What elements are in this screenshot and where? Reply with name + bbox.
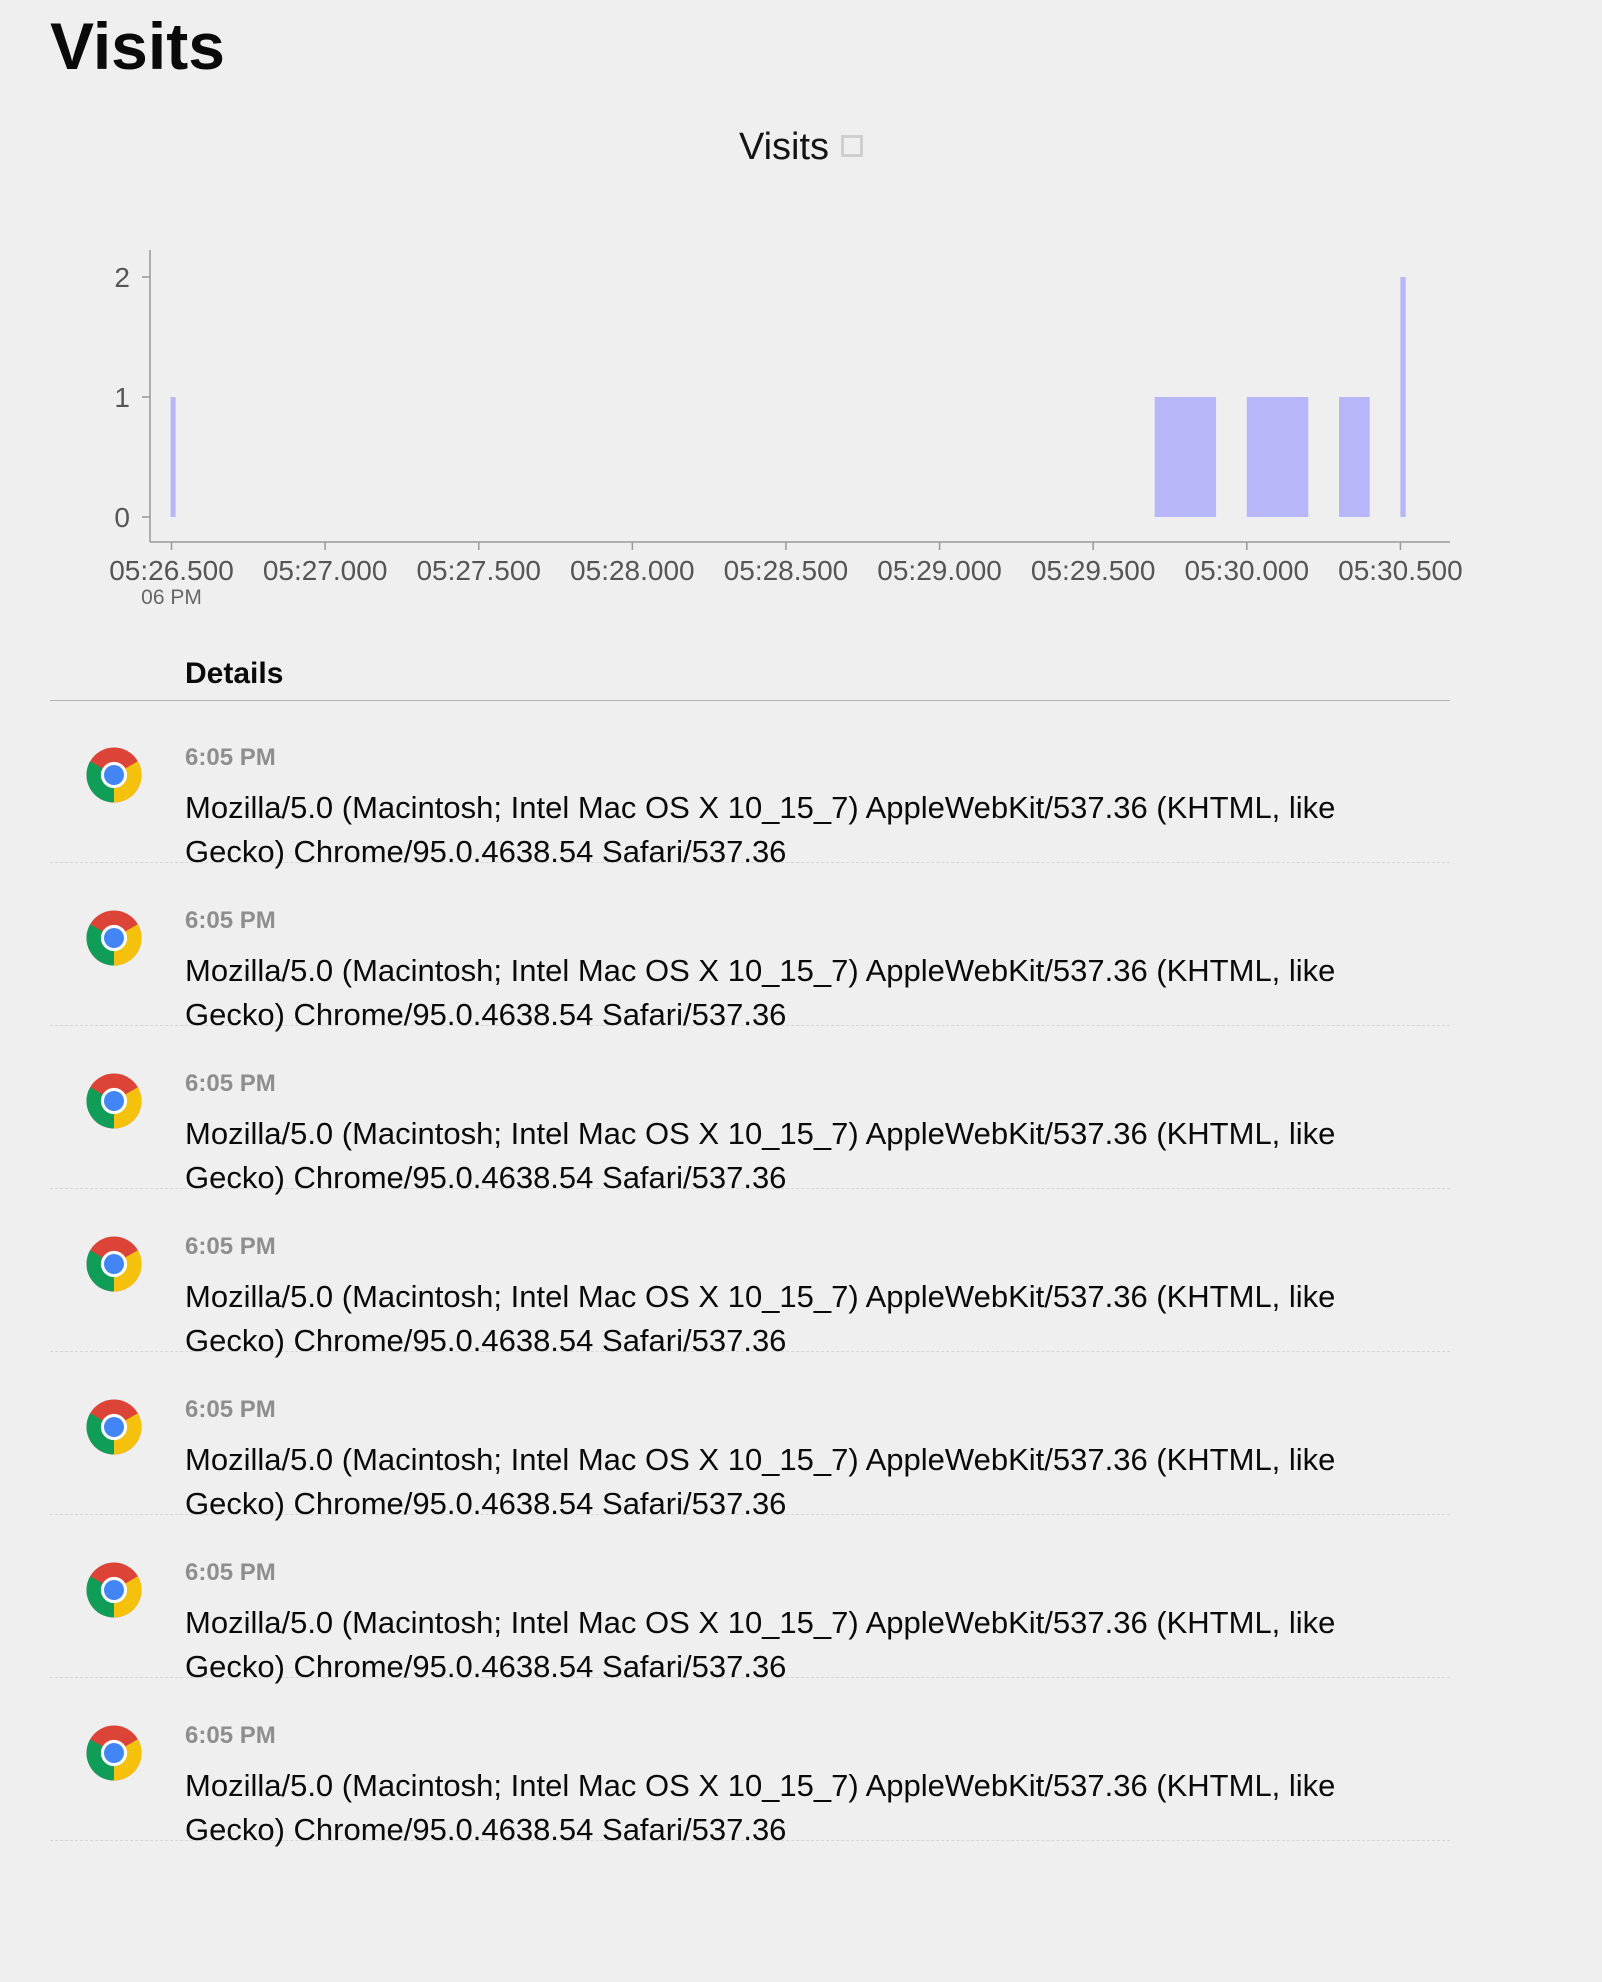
chart-bar [1246,397,1309,517]
visit-row[interactable]: 6:05 PM Mozilla/5.0 (Macintosh; Intel Ma… [50,863,1450,1032]
x-tick-label: 05:26.500 [109,555,234,586]
visit-time: 6:05 PM [185,907,276,934]
user-agent-text: Mozilla/5.0 (Macintosh; Intel Mac OS X 1… [185,953,1336,1032]
chart-bar [170,397,176,517]
chrome-icon [86,1562,142,1618]
user-agent-text: Mozilla/5.0 (Macintosh; Intel Mac OS X 1… [185,1116,1336,1195]
x-tick-label: 05:28.000 [570,555,695,586]
user-agent-text: Mozilla/5.0 (Macintosh; Intel Mac OS X 1… [185,1768,1336,1847]
chrome-icon [86,1236,142,1292]
chrome-icon [86,747,142,803]
user-agent-text: Mozilla/5.0 (Macintosh; Intel Mac OS X 1… [185,790,1336,869]
x-tick-label: 05:29.500 [1031,555,1156,586]
visit-row[interactable]: 6:05 PM Mozilla/5.0 (Macintosh; Intel Ma… [50,1678,1450,1847]
visit-row[interactable]: 6:05 PM Mozilla/5.0 (Macintosh; Intel Ma… [50,1026,1450,1195]
x-tick-label: 05:28.500 [724,555,849,586]
x-tick-sublabel: 06 PM [141,586,202,609]
x-tick-label: 05:30.500 [1338,555,1463,586]
visit-row[interactable]: 6:05 PM Mozilla/5.0 (Macintosh; Intel Ma… [50,1515,1450,1684]
y-tick-label: 2 [114,262,130,293]
user-agent-text: Mozilla/5.0 (Macintosh; Intel Mac OS X 1… [185,1442,1336,1521]
details-header: Details [50,652,1450,701]
chrome-icon [86,1725,142,1781]
x-tick-label: 05:30.000 [1185,555,1310,586]
chart-bar [1154,397,1217,517]
visit-time: 6:05 PM [185,1396,276,1423]
y-tick-label: 1 [114,382,130,413]
chrome-icon [86,1399,142,1455]
y-tick-label: 0 [114,502,130,533]
visit-time: 6:05 PM [185,1559,276,1586]
visit-time: 6:05 PM [185,744,276,771]
visits-chart: 0 1 2 05:26.500 06 PM 05:27.000 05:27.500 05:28… [0,110,1602,620]
visit-time: 6:05 PM [185,1070,276,1097]
chart-header: Visits [0,124,1602,170]
chrome-icon [86,910,142,966]
user-agent-text: Mozilla/5.0 (Macintosh; Intel Mac OS X 1… [185,1279,1336,1358]
details-list: 6:05 PM Mozilla/5.0 (Macintosh; Intel Ma… [50,700,1450,1847]
details-heading: Details [185,657,284,690]
x-tick-label: 05:29.000 [877,555,1002,586]
visit-row[interactable]: 6:05 PM Mozilla/5.0 (Macintosh; Intel Ma… [50,1352,1450,1521]
chart-title: Visits [738,126,830,168]
visit-time: 6:05 PM [185,1233,276,1260]
visit-row[interactable]: 6:05 PM Mozilla/5.0 (Macintosh; Intel Ma… [50,700,1450,869]
chrome-icon [86,1073,142,1129]
chart-bar [1338,397,1370,517]
visit-row[interactable]: 6:05 PM Mozilla/5.0 (Macintosh; Intel Ma… [50,1189,1450,1358]
legend-toggle-checkbox[interactable] [841,134,864,157]
user-agent-text: Mozilla/5.0 (Macintosh; Intel Mac OS X 1… [185,1605,1336,1684]
x-tick-label: 05:27.500 [416,555,541,586]
chart-bar [1400,277,1406,517]
visit-time: 6:05 PM [185,1722,276,1749]
page-title: Visits [50,9,225,83]
chart-canvas: 0 1 2 05:26.50006 PM 05:27.000 05:27.500 05:28… [109,250,1463,609]
x-tick-label: 05:27.000 [263,555,388,586]
